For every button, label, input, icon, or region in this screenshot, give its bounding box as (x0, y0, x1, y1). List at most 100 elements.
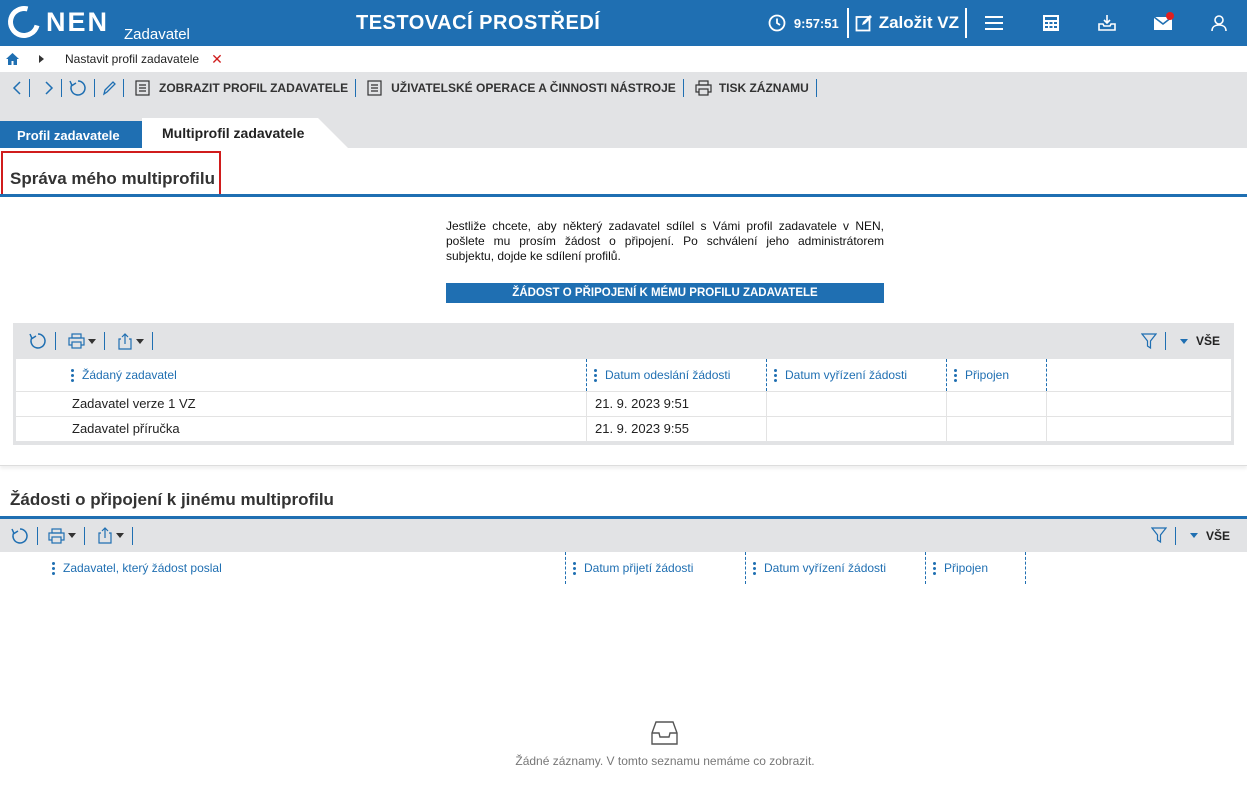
table-cell: Zadavatel příručka (16, 417, 587, 441)
column-header[interactable]: Žádaný zadavatel (16, 359, 587, 391)
list-icon (135, 80, 150, 96)
chevron-down-icon (136, 338, 144, 344)
show-profile-label: ZOBRAZIT PROFIL ZADAVATELE (159, 81, 349, 95)
refresh-icon (11, 527, 28, 544)
chevron-left-icon (12, 81, 21, 95)
column-menu-icon[interactable] (573, 561, 576, 576)
info-text: Jestliže chcete, aby některý zadavatel s… (446, 219, 884, 263)
print-record-label: TISK ZÁZNAMU (718, 81, 809, 95)
grid-refresh-button[interactable] (13, 332, 55, 350)
breadcrumb: Nastavit profil zadavatele ✕ (0, 46, 1247, 72)
column-header[interactable]: Zadavatel, který žádost poslal (0, 552, 566, 584)
column-header-label: Datum vyřízení žádosti (764, 561, 887, 575)
home-icon[interactable] (6, 53, 19, 65)
edit-button[interactable] (95, 78, 123, 98)
back-button[interactable] (0, 78, 29, 98)
calculator-button[interactable] (1023, 0, 1079, 46)
tab-multiprofil-zadavatele[interactable]: Multiprofil zadavatele (142, 121, 347, 148)
grid-export-button[interactable] (105, 332, 152, 350)
list-icon (367, 80, 382, 96)
printer-icon (68, 333, 85, 349)
breadcrumb-current: Nastavit profil zadavatele (65, 52, 200, 66)
column-menu-icon[interactable] (933, 561, 936, 576)
show-profile-button[interactable]: ZOBRAZIT PROFIL ZADAVATELE (124, 78, 355, 98)
table-cell (947, 392, 1047, 416)
refresh-icon (69, 80, 86, 96)
grid-toolbar-divider (132, 526, 133, 545)
tab-bar: Profil zadavatele Multiprofil zadavatele (0, 104, 1247, 148)
empty-state-message: Žádné záznamy. V tomto seznamu nemáme co… (515, 754, 815, 768)
menu-icon (985, 16, 1003, 30)
chevron-right-icon (45, 81, 54, 95)
column-header[interactable]: Datum vyřízení žádosti (767, 359, 947, 391)
filter-icon[interactable] (1150, 527, 1167, 544)
printer-icon (695, 80, 712, 96)
forward-button[interactable] (30, 78, 61, 98)
column-header[interactable]: Připojen (926, 552, 1026, 584)
column-menu-icon[interactable] (753, 561, 756, 576)
logo-ring-icon (2, 0, 46, 44)
pencil-icon (102, 81, 116, 96)
chevron-down-icon[interactable] (1179, 338, 1188, 344)
sent-requests-table: Žádaný zadavatel Datum odeslání žádosti … (16, 359, 1231, 441)
mail-button[interactable] (1135, 0, 1191, 46)
column-menu-icon[interactable] (52, 561, 55, 576)
column-header[interactable]: Datum vyřízení žádosti (746, 552, 926, 584)
clock-value: 9:57:51 (793, 15, 839, 31)
filter-all-label[interactable]: VŠE (1196, 334, 1220, 348)
grid-print-button[interactable] (56, 333, 104, 349)
grid-toolbar-divider (152, 332, 153, 350)
grid-toolbar-divider (1164, 332, 1166, 350)
export-icon (98, 527, 112, 544)
environment-title: TESTOVACÍ PROSTŘEDÍ (356, 12, 601, 34)
refresh-button[interactable] (62, 78, 94, 98)
grid-filter-controls: VŠE (1150, 519, 1230, 552)
filter-icon[interactable] (1140, 332, 1157, 350)
other-multiprofile-panel: Žádosti o připojení k jinému multiprofil… (0, 476, 1247, 798)
nen-logo[interactable]: NEN (2, 0, 109, 44)
grid-export-button[interactable] (85, 527, 132, 544)
inbox-button[interactable] (1079, 0, 1135, 46)
grid-filter-controls: VŠE (1140, 323, 1220, 359)
tab-profil-zadavatele[interactable]: Profil zadavatele (0, 121, 142, 148)
request-connection-button[interactable]: ŽÁDOST O PŘIPOJENÍ K MÉMU PROFILU ZADAVA… (446, 283, 884, 303)
clock-icon (768, 14, 786, 32)
column-menu-icon[interactable] (954, 368, 957, 383)
inbox-download-icon (1098, 15, 1116, 31)
chevron-down-icon (88, 338, 96, 344)
calculator-icon (1043, 15, 1059, 31)
column-header[interactable]: Datum přijetí žádosti (566, 552, 746, 584)
column-menu-icon[interactable] (774, 368, 777, 383)
menu-button[interactable] (967, 0, 1023, 46)
column-menu-icon[interactable] (71, 368, 74, 383)
section-underline (0, 194, 1247, 197)
table-row[interactable]: Zadavatel verze 1 VZ 21. 9. 2023 9:51 (16, 391, 1231, 416)
column-header[interactable]: Datum odeslání žádosti (587, 359, 767, 391)
user-operations-button[interactable]: UŽIVATELSKÉ OPERACE A ČINNOSTI NÁSTROJE (356, 78, 683, 98)
session-clock: 9:57:51 (768, 14, 847, 32)
grid-toolbar-divider (1174, 526, 1176, 545)
header-actions: 9:57:51 Založit VZ (768, 0, 1247, 46)
grid-toolbar (13, 323, 1234, 359)
refresh-icon (29, 333, 46, 349)
grid-refresh-button[interactable] (0, 527, 37, 545)
column-header[interactable]: Připojen (947, 359, 1047, 391)
print-record-button[interactable]: TISK ZÁZNAMU (684, 78, 816, 98)
create-vz-button[interactable]: Založit VZ (849, 13, 965, 33)
breadcrumb-arrow-icon (39, 55, 44, 63)
column-menu-icon[interactable] (594, 368, 597, 383)
chevron-down-icon[interactable] (1189, 533, 1198, 538)
grid-print-button[interactable] (38, 527, 84, 544)
close-icon[interactable]: ✕ (211, 51, 223, 68)
filter-all-label[interactable]: VŠE (1206, 529, 1230, 543)
user-button[interactable] (1191, 0, 1247, 46)
column-header-label: Žádaný zadavatel (82, 368, 177, 382)
tab-bar-gap (0, 104, 1247, 118)
table-row[interactable]: Zadavatel příručka 21. 9. 2023 9:55 (16, 416, 1231, 441)
table-cell: Zadavatel verze 1 VZ (16, 392, 587, 416)
notification-dot (1166, 12, 1174, 20)
table-cell: 21. 9. 2023 9:55 (587, 417, 767, 441)
section-title: Žádosti o připojení k jinému multiprofil… (10, 490, 334, 509)
table-cell: 21. 9. 2023 9:51 (587, 392, 767, 416)
user-operations-label: UŽIVATELSKÉ OPERACE A ČINNOSTI NÁSTROJE (391, 81, 676, 95)
